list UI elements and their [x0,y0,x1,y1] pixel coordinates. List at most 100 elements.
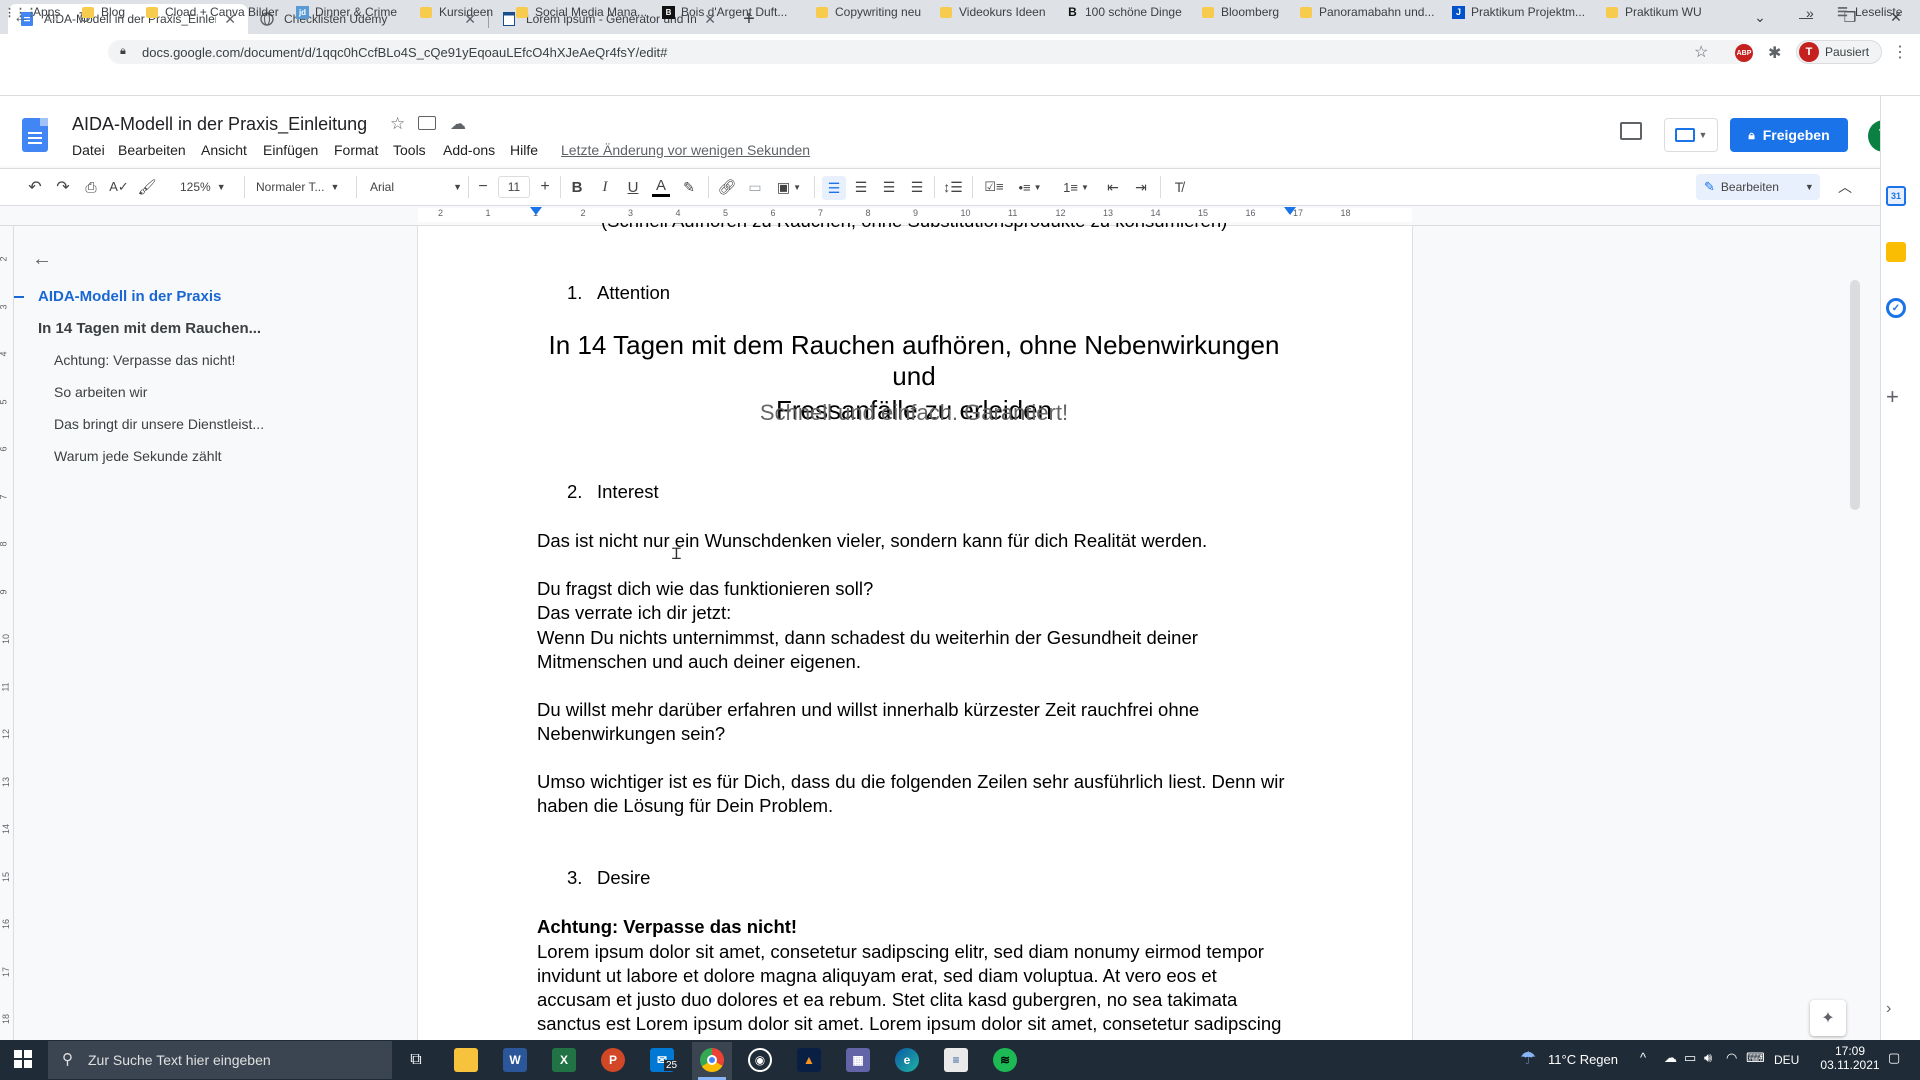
share-button[interactable]: 🔒︎ Freigeben [1730,118,1848,152]
text-color-icon[interactable]: A [650,176,672,198]
chrome-menu-icon[interactable]: ⋮ [1892,42,1908,62]
google-docs-logo[interactable] [22,118,48,152]
spellcheck-icon[interactable]: A✓ [108,176,130,198]
bookmark-dinner-crime[interactable]: jd Dinner & Crime [296,5,397,19]
tab-search-icon[interactable]: ⌄ [1740,4,1780,30]
editing-mode-select[interactable]: ✎ Bearbeiten ▼ [1696,174,1820,200]
star-icon[interactable]: ☆ [390,114,405,134]
bookmark-blog[interactable]: Blog [82,5,125,19]
bookmark-copywriting[interactable]: Copywriting neu [816,5,921,19]
keep-icon[interactable] [1886,242,1906,262]
clear-formatting-icon[interactable]: T̸ [1168,176,1190,198]
spotify-icon[interactable]: ≋ [993,1048,1017,1072]
tasks-icon[interactable]: ✓ [1886,298,1906,318]
bookmark-praktikum-projekt[interactable]: J Praktikum Projektm... [1452,5,1585,19]
taskbar-search-input[interactable]: ⚲ Zur Suche Text hier eingeben [48,1041,392,1079]
present-button[interactable]: ▼ [1664,118,1718,152]
battery-icon[interactable]: ▭ [1684,1050,1696,1066]
explore-button[interactable]: ✦ [1810,1000,1846,1036]
line-spacing-icon[interactable]: ↕☰ [942,176,964,198]
bookmark-videokurs[interactable]: Videokurs Ideen [940,5,1046,19]
bookmark-social-media[interactable]: Social Media Mana... [516,5,647,19]
align-right-icon[interactable]: ☰ [878,176,900,198]
menu-einfuegen[interactable]: Einfügen [263,142,318,158]
outline-item-14-tagen[interactable]: In 14 Tagen mit dem Rauchen... [38,320,261,337]
windows-start-icon[interactable] [14,1050,32,1068]
link-icon[interactable]: 🔗︎ [716,176,738,198]
last-edit-link[interactable]: Letzte Änderung vor wenigen Sekunden [561,142,810,158]
align-justify-icon[interactable]: ☰ [906,176,928,198]
style-select[interactable]: Normaler T... ▼ [256,176,346,198]
italic-icon[interactable]: I [594,176,616,198]
bookmark-apps[interactable]: ⋮⋮⋮ Apps [4,5,60,19]
bookmark-panoramabahn[interactable]: Panoramabahn und... [1300,5,1434,19]
adblock-extension-icon[interactable]: ABP [1735,44,1753,62]
bookmarks-overflow-button[interactable]: » [1806,5,1814,21]
menu-format[interactable]: Format [334,142,378,158]
paint-format-icon[interactable]: 🖌︎ [136,176,158,198]
move-folder-icon[interactable] [418,116,436,130]
checklist-icon[interactable]: ☑≡ [982,176,1006,198]
zoom-select[interactable]: 125% ▼ [180,176,236,198]
increase-indent-icon[interactable]: ⇥ [1130,176,1152,198]
calendar-icon[interactable]: 31 [1886,186,1906,206]
outline-item-jede-sekunde[interactable]: Warum jede Sekunde zählt [54,448,222,464]
outline-item-dienstleistung[interactable]: Das bringt dir unsere Dienstleist... [54,416,264,432]
align-left-icon[interactable]: ☰ [822,176,846,200]
weather-umbrella-icon[interactable]: ☂ [1520,1048,1536,1069]
align-center-icon[interactable]: ☰ [850,176,872,198]
tray-chevron-up-icon[interactable]: ^ [1640,1050,1646,1065]
bookmark-kursideen[interactable]: Kursideen [420,5,493,19]
underline-icon[interactable]: U [622,176,644,198]
menu-datei[interactable]: Datei [72,142,105,158]
print-icon[interactable]: ⎙ [80,176,102,198]
menu-add-ons[interactable]: Add-ons [443,142,495,158]
font-size-input[interactable]: 11 [498,176,530,198]
profile-button[interactable]: T Pausiert [1796,40,1882,64]
increase-font-size-icon[interactable]: + [536,176,554,198]
bookmark-bois-dargent[interactable]: B Bois d'Argent Duft... [662,5,787,19]
network-icon[interactable]: ◠ [1726,1050,1737,1066]
keyboard-icon[interactable]: ⌨ [1746,1050,1765,1066]
chrome-icon[interactable] [700,1048,724,1072]
cloud-status-icon[interactable]: ☁ [450,114,466,134]
collapse-toolbar-icon[interactable]: ︿ [1834,176,1856,198]
redo-icon[interactable]: ↷ [52,176,74,198]
word-icon[interactable]: W [503,1048,527,1072]
menu-tools[interactable]: Tools [393,142,426,158]
menu-ansicht[interactable]: Ansicht [201,142,247,158]
notifications-icon[interactable]: ▢ [1888,1050,1900,1066]
outline-item-so-arbeiten-wir[interactable]: So arbeiten wir [54,384,147,400]
address-bar[interactable]: 🔒︎ docs.google.com/document/d/1qqc0hCcfB… [108,40,1748,64]
clock[interactable]: 17:09 03.11.2021 [1820,1044,1880,1072]
undo-icon[interactable]: ↶ [24,176,46,198]
reading-list-button[interactable]: ☰ Leseliste [1836,5,1902,19]
decrease-indent-icon[interactable]: ⇤ [1102,176,1124,198]
bookmark-canva[interactable]: Cload + Canva Bilder [146,5,279,19]
language-indicator[interactable]: DEU [1774,1053,1799,1067]
expand-panel-icon[interactable]: › [1886,1000,1891,1018]
menu-hilfe[interactable]: Hilfe [510,142,538,158]
excel-icon[interactable]: X [552,1048,576,1072]
decrease-font-size-icon[interactable]: − [474,176,492,198]
task-view-icon[interactable]: ⧉ [404,1048,428,1072]
bookmark-praktikum-wu[interactable]: Praktikum WU [1606,5,1702,19]
menu-bearbeiten[interactable]: Bearbeiten [118,142,186,158]
right-indent-marker[interactable] [1284,207,1296,215]
onedrive-icon[interactable]: ☁ [1664,1050,1677,1066]
bulleted-list-icon[interactable]: •≡ ▼ [1012,176,1048,198]
bold-icon[interactable]: B [566,176,588,198]
bookmark-bloomberg[interactable]: Bloomberg [1202,5,1279,19]
bookmark-100-dinge[interactable]: B 100 schöne Dinge [1066,5,1182,19]
obs-icon[interactable]: ◉ [748,1048,772,1072]
app-icon[interactable]: ▲ [797,1048,821,1072]
edge-icon[interactable]: e [895,1048,919,1072]
extensions-puzzle-icon[interactable]: ✱ [1768,43,1781,63]
left-indent-marker[interactable] [530,207,542,215]
outline-item-aida-modell[interactable]: AIDA-Modell in der Praxis [38,288,221,305]
file-explorer-icon[interactable] [454,1048,478,1072]
volume-icon[interactable]: 🔊︎ [1704,1050,1712,1066]
close-outline-arrow-icon[interactable]: ← [32,248,52,271]
comments-icon[interactable] [1620,122,1642,140]
numbered-list-icon[interactable]: 1≡ ▼ [1058,176,1094,198]
